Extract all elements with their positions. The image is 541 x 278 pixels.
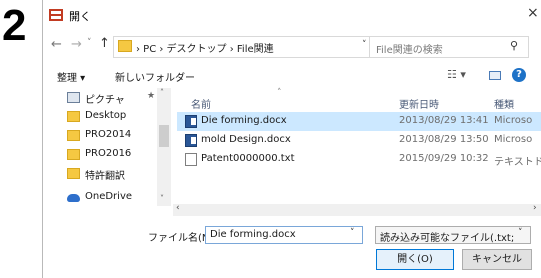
sidebar-item-label: 特許翻訳 — [85, 171, 125, 182]
forward-icon[interactable]: → — [71, 37, 82, 52]
table-row[interactable]: mold Design.docx 2013/08/29 13:50 Micros… — [177, 131, 541, 150]
cloud-icon — [67, 194, 80, 202]
file-modified: 2013/08/29 13:41 — [399, 115, 489, 126]
table-row[interactable]: Patent0000000.txt 2015/09/29 10:32 テキストド — [177, 150, 541, 169]
navigation-pane: ピクチャ ★ Desktop PRO2014 PRO2016 特許翻訳 OneD… — [43, 88, 171, 202]
search-icon[interactable]: ⚲ — [510, 39, 518, 52]
filename-field[interactable]: Die forming.docx ˅ — [205, 226, 363, 244]
sidebar-item-label: Desktop — [85, 110, 127, 121]
file-type-filter-value: 読み込み可能なファイル(.txt;.txt;.h — [380, 233, 514, 244]
back-icon[interactable]: ← — [51, 37, 62, 52]
text-file-icon — [185, 153, 197, 166]
file-name: Die forming.docx — [201, 115, 287, 126]
chevron-down-icon[interactable]: ˅ — [518, 228, 523, 238]
sidebar-item-patent-translation[interactable]: 特許翻訳 — [43, 164, 163, 184]
word-doc-icon — [185, 115, 197, 128]
column-headers: 名前 ˄ 更新日時 種類 — [177, 88, 541, 112]
column-header-name[interactable]: 名前 — [191, 96, 211, 111]
file-modified: 2015/09/29 10:32 — [399, 153, 489, 164]
close-icon[interactable]: × — [527, 5, 539, 21]
scroll-left-icon[interactable]: ‹ — [176, 203, 180, 213]
title-bar: 開く × — [43, 0, 541, 32]
sidebar-item-label: PRO2014 — [85, 129, 132, 140]
folder-icon — [67, 168, 80, 179]
sidebar-item-desktop[interactable]: Desktop — [43, 107, 163, 127]
sort-ascending-icon: ˄ — [277, 88, 282, 98]
recent-locations-icon[interactable]: ˅ — [87, 38, 92, 48]
breadcrumb[interactable]: › PC › デスクトップ › File関連 — [136, 40, 274, 55]
cancel-button[interactable]: キャンセル — [462, 249, 532, 270]
folder-icon — [118, 40, 132, 52]
file-type-filter[interactable]: 読み込み可能なファイル(.txt;.txt;.h ˅ — [375, 226, 531, 244]
folder-icon — [67, 111, 80, 122]
file-modified: 2013/08/29 13:50 — [399, 134, 489, 145]
column-header-type[interactable]: 種類 — [494, 96, 514, 111]
command-bar: 整理 ▾ 新しいフォルダー ☷ ▾ ? — [43, 62, 541, 88]
app-icon — [49, 9, 63, 21]
scroll-down-icon[interactable]: ˅ — [160, 194, 164, 203]
view-options-icon[interactable]: ☷ ▾ — [447, 68, 466, 81]
chevron-down-icon[interactable]: ˅ — [362, 40, 367, 50]
scroll-up-icon[interactable]: ˄ — [160, 88, 164, 97]
sidebar-item-pro2014[interactable]: PRO2014 — [43, 126, 163, 146]
file-type: Microso — [494, 134, 533, 145]
open-button[interactable]: 開く(O) — [376, 249, 454, 270]
pin-icon: ★ — [147, 91, 156, 101]
pictures-icon — [67, 92, 80, 103]
file-type: テキストド — [494, 157, 541, 168]
sidebar-item-label: ピクチャ — [85, 95, 125, 106]
sidebar-item-label: PRO2016 — [85, 148, 132, 159]
file-name: mold Design.docx — [201, 134, 291, 145]
word-doc-icon — [185, 134, 197, 147]
file-name: Patent0000000.txt — [201, 153, 295, 164]
filename-value: Die forming.docx — [210, 229, 296, 240]
sidebar-item-onedrive[interactable]: OneDrive — [43, 188, 163, 208]
sidebar-item-pro2016[interactable]: PRO2016 — [43, 145, 163, 165]
table-row[interactable]: Die forming.docx 2013/08/29 13:41 Micros… — [177, 112, 541, 131]
new-folder-button[interactable]: 新しいフォルダー — [115, 69, 195, 84]
sidebar-scrollbar[interactable]: ˄ ˅ — [157, 88, 171, 206]
chevron-down-icon[interactable]: ˅ — [350, 228, 355, 238]
window-title: 開く — [69, 10, 91, 23]
folder-icon — [67, 130, 80, 141]
sidebar-item-label: OneDrive — [85, 191, 133, 202]
file-list-horizontal-scrollbar[interactable]: ‹ › — [173, 203, 541, 216]
organize-button[interactable]: 整理 ▾ — [57, 69, 85, 84]
step-number: 2 — [2, 1, 27, 50]
preview-pane-icon[interactable] — [489, 71, 501, 80]
sidebar-scroll-thumb[interactable] — [159, 125, 169, 147]
address-bar[interactable]: › PC › デスクトップ › File関連 ˅ ↻ — [113, 36, 387, 58]
scroll-right-icon[interactable]: › — [533, 203, 537, 213]
search-input[interactable]: File関連の検索 ⚲ — [369, 36, 529, 58]
help-icon[interactable]: ? — [512, 68, 526, 82]
search-placeholder: File関連の検索 — [376, 45, 443, 56]
folder-icon — [67, 149, 80, 160]
column-header-modified[interactable]: 更新日時 — [399, 96, 439, 111]
sidebar-item-pictures[interactable]: ピクチャ ★ — [43, 88, 163, 108]
open-file-dialog: 開く × ← → ˅ ↑ › PC › デスクトップ › File関連 ˅ ↻ … — [42, 0, 541, 278]
file-type: Microso — [494, 115, 533, 126]
up-folder-icon[interactable]: ↑ — [99, 36, 110, 51]
